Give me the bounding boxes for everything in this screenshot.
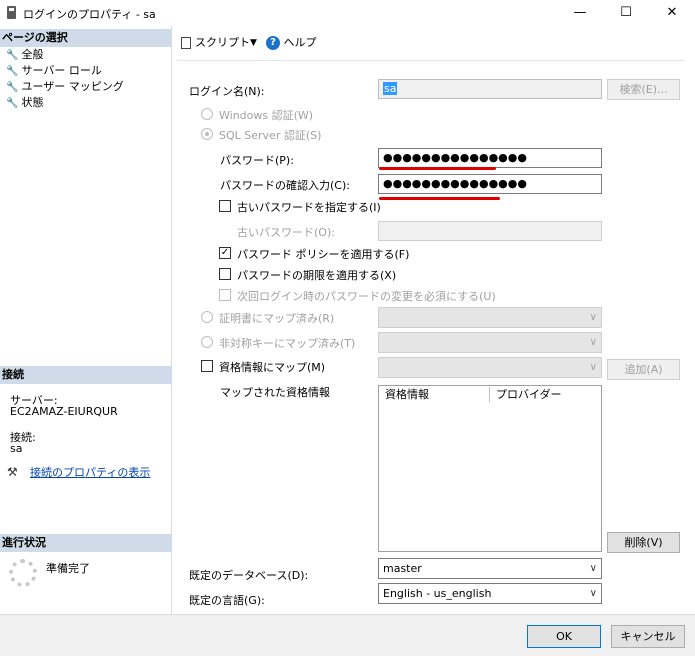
mapped-credentials-label: マップされた資格情報 <box>220 386 330 399</box>
help-icon: ? <box>266 36 280 50</box>
maximize-button[interactable]: ☐ <box>603 0 649 26</box>
cert-mapped-label: 証明書にマップ済み(R) <box>219 312 335 325</box>
cert-mapped-radio[interactable] <box>201 311 213 323</box>
page-item-label: ユーザー マッピング <box>21 80 124 93</box>
title-bar: ログインのプロパティ - sa — ☐ ✕ <box>0 0 695 26</box>
wrench-icon: 🔧 <box>6 82 19 93</box>
default-lang-select[interactable]: English - us_english ∨ <box>378 583 602 604</box>
credential-select[interactable]: ∨ <box>378 357 602 378</box>
script-button[interactable]: スクリプト <box>181 30 250 56</box>
page-select-header: ページの選択 <box>0 29 172 47</box>
old-password-input[interactable] <box>378 221 602 241</box>
password-input[interactable]: ●●●●●●●●●●●●●●● <box>378 148 602 168</box>
ok-button[interactable]: OK <box>527 625 601 648</box>
page-item-label: 全般 <box>21 48 44 61</box>
specify-old-password-checkbox[interactable] <box>219 200 231 212</box>
chevron-down-icon: ∨ <box>589 312 597 323</box>
enforce-expiration-checkbox[interactable] <box>219 268 231 280</box>
help-button[interactable]: ? ヘルプ <box>266 30 317 56</box>
progress-spinner-icon <box>9 559 37 587</box>
connection-properties-link[interactable]: 接続のプロパティの表示 <box>30 464 150 480</box>
page-item-label: 状態 <box>21 96 44 109</box>
connection-header: 接続 <box>0 366 172 384</box>
search-button[interactable]: 検索(E)... <box>607 79 680 100</box>
wrench-icon: 🔧 <box>6 98 19 109</box>
confirm-password-input[interactable]: ●●●●●●●●●●●●●●● <box>378 174 602 194</box>
wrench-icon: 🔧 <box>6 66 19 77</box>
progress-status: 準備完了 <box>46 562 90 575</box>
connection-properties-icon: ⚒ <box>7 465 18 479</box>
sql-auth-label: SQL Server 認証(S) <box>219 129 322 142</box>
chevron-down-icon: ∨ <box>589 362 597 373</box>
toolbar-divider <box>177 60 684 61</box>
must-change-label: 次回ログイン時のパスワードの変更を必須にする(U) <box>237 290 496 303</box>
window-title: ログインのプロパティ - sa <box>23 8 156 21</box>
cert-select[interactable]: ∨ <box>378 307 602 328</box>
enforce-policy-checkbox[interactable]: ✓ <box>219 247 231 259</box>
confirm-password-label: パスワードの確認入力(C): <box>220 179 350 192</box>
connection-value: sa <box>10 442 23 455</box>
default-db-select[interactable]: master ∨ <box>378 558 602 579</box>
windows-auth-radio[interactable] <box>201 108 213 120</box>
asym-key-mapped-radio[interactable] <box>201 336 213 348</box>
script-icon <box>181 37 191 49</box>
left-panel <box>0 26 172 614</box>
confirm-password-value: ●●●●●●●●●●●●●●● <box>383 177 527 190</box>
login-name-label: ログイン名(N): <box>189 85 265 98</box>
default-lang-label: 既定の言語(G): <box>189 594 265 607</box>
default-db-value: master <box>383 562 422 575</box>
mapped-credentials-grid[interactable]: 資格情報 プロバイダー <box>378 385 602 552</box>
confirm-password-highlight-underline <box>379 197 500 200</box>
toolbar: スクリプト ▼ ? ヘルプ <box>173 30 688 56</box>
enforce-policy-label: パスワード ポリシーを適用する(F) <box>237 248 410 261</box>
close-button[interactable]: ✕ <box>649 0 695 26</box>
chevron-down-icon: ∨ <box>589 563 597 574</box>
app-icon <box>7 6 16 19</box>
page-item-label: サーバー ロール <box>21 64 102 77</box>
chevron-down-icon: ∨ <box>589 588 597 599</box>
remove-button[interactable]: 削除(V) <box>607 532 680 553</box>
asym-key-select[interactable]: ∨ <box>378 332 602 353</box>
page-item-user-mapping[interactable]: 🔧 ユーザー マッピング <box>6 79 124 94</box>
page-item-status[interactable]: 🔧 状態 <box>6 95 44 110</box>
page-item-server-roles[interactable]: 🔧 サーバー ロール <box>6 63 102 78</box>
credential-map-checkbox[interactable] <box>201 360 213 372</box>
specify-old-password-label: 古いパスワードを指定する(I) <box>237 201 381 214</box>
sql-auth-radio[interactable] <box>201 128 213 140</box>
progress-header: 進行状況 <box>0 534 172 552</box>
chevron-down-icon: ∨ <box>589 337 597 348</box>
password-label: パスワード(P): <box>220 154 294 167</box>
grid-column-credential[interactable]: 資格情報 <box>379 386 429 403</box>
login-name-value: sa <box>383 82 398 95</box>
server-value: EC2AMAZ-EIURQUR <box>10 405 118 418</box>
credential-map-label: 資格情報にマップ(M) <box>219 361 326 374</box>
enforce-expiration-label: パスワードの期限を適用する(X) <box>237 269 397 282</box>
asym-key-mapped-label: 非対称キーにマップ済み(T) <box>219 337 356 350</box>
wrench-icon: 🔧 <box>6 50 19 61</box>
default-db-label: 既定のデータベース(D): <box>189 569 309 582</box>
old-password-label: 古いパスワード(O): <box>237 226 335 239</box>
cancel-button[interactable]: キャンセル <box>611 625 685 648</box>
default-lang-value: English - us_english <box>383 587 492 600</box>
minimize-button[interactable]: — <box>557 0 603 26</box>
script-dropdown-arrow-icon[interactable]: ▼ <box>250 30 257 56</box>
password-value: ●●●●●●●●●●●●●●● <box>383 151 527 164</box>
grid-column-provider[interactable]: プロバイダー <box>490 386 562 403</box>
add-button[interactable]: 追加(A) <box>607 359 680 380</box>
password-highlight-underline <box>379 167 496 170</box>
page-item-general[interactable]: 🔧 全般 <box>6 47 44 62</box>
must-change-checkbox[interactable] <box>219 289 231 301</box>
windows-auth-label: Windows 認証(W) <box>219 109 314 122</box>
login-name-input[interactable]: sa <box>378 79 602 99</box>
